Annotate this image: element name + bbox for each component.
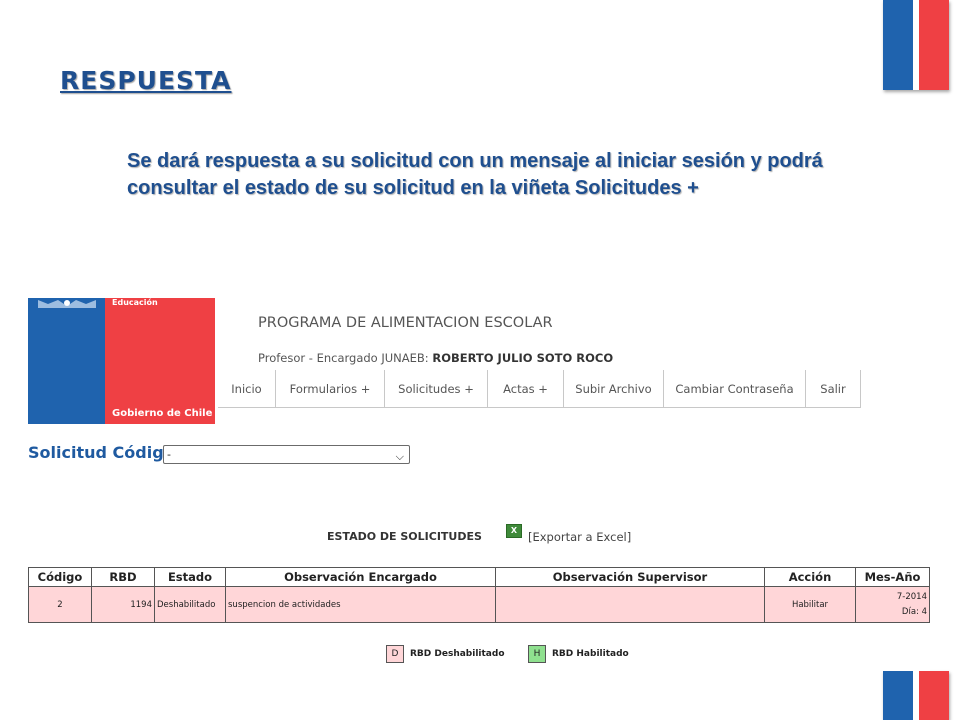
program-title: PROGRAMA DE ALIMENTACION ESCOLAR (258, 315, 553, 331)
slide-title: RESPUESTA (60, 66, 232, 95)
legend-swatch-d: D (386, 645, 404, 663)
dia-value: Día: 4 (901, 606, 927, 617)
chile-flag-decoration-bottom (883, 671, 949, 720)
table-header-row: Código RBD Estado Observación Encargado … (28, 567, 930, 587)
legend-swatch-h: H (528, 645, 546, 663)
app-screenshot: Educación Gobierno de Chile PROGRAMA DE … (28, 298, 930, 671)
col-obs-supervisor: Observación Supervisor (495, 567, 765, 587)
main-nav: Inicio Formularios + Solicitudes + Actas… (218, 370, 861, 408)
header-red-block (105, 298, 215, 424)
nav-item-solicitudes[interactable]: Solicitudes + (385, 370, 488, 408)
cell-mes-anio: 7-2014 Día: 4 (855, 586, 930, 623)
ministry-label: Educación (112, 298, 158, 307)
profile-prefix: Profesor - Encargado JUNAEB: (258, 351, 429, 365)
col-rbd: RBD (91, 567, 155, 587)
nav-item-cambiar-contrasena[interactable]: Cambiar Contraseña (664, 370, 806, 408)
chevron-down-icon: ⌵ (395, 450, 404, 463)
nav-item-salir[interactable]: Salir (806, 370, 861, 408)
table-row: 2 1194 Deshabilitado suspencion de activ… (28, 586, 930, 623)
slide-body-text: Se dará respuesta a su solicitud con un … (127, 150, 823, 199)
header-blue-block (28, 298, 105, 424)
export-excel-link[interactable]: [Exportar a Excel] (528, 530, 631, 544)
government-label: Gobierno de Chile (112, 408, 213, 419)
excel-icon[interactable]: X (506, 524, 522, 538)
cell-rbd: 1194 (91, 586, 155, 623)
coat-of-arms-icon (38, 300, 96, 308)
legend-item-deshabilitado: D RBD Deshabilitado (386, 645, 505, 663)
nav-item-subir-archivo[interactable]: Subir Archivo (564, 370, 664, 408)
select-value: - (167, 448, 171, 461)
col-estado: Estado (154, 567, 226, 587)
nav-item-formularios[interactable]: Formularios + (276, 370, 385, 408)
profile-line: Profesor - Encargado JUNAEB: ROBERTO JUL… (258, 351, 613, 365)
col-accion: Acción (764, 567, 856, 587)
col-obs-encargado: Observación Encargado (225, 567, 496, 587)
legend-label-h: RBD Habilitado (552, 649, 629, 659)
habilitar-action[interactable]: Habilitar (764, 586, 856, 623)
legend-item-habilitado: H RBD Habilitado (528, 645, 629, 663)
nav-item-actas[interactable]: Actas + (488, 370, 564, 408)
nav-item-inicio[interactable]: Inicio (218, 370, 276, 408)
solicitudes-table: Código RBD Estado Observación Encargado … (28, 567, 930, 623)
chile-flag-decoration-top (883, 0, 949, 90)
estado-solicitudes-title: ESTADO DE SOLICITUDES (327, 530, 482, 543)
col-codigo: Código (28, 567, 92, 587)
solicitud-codigo-label: Solicitud Código (28, 443, 175, 462)
col-mes-anio: Mes-Año (855, 567, 930, 587)
cell-estado: Deshabilitado (154, 586, 226, 623)
profile-name: ROBERTO JULIO SOTO ROCO (432, 351, 614, 365)
solicitud-codigo-select[interactable]: - ⌵ (163, 445, 410, 464)
mes-anio-value: 7-2014 (896, 591, 927, 602)
cell-codigo: 2 (28, 586, 92, 623)
cell-obs-supervisor (495, 586, 765, 623)
legend-label-d: RBD Deshabilitado (410, 649, 505, 659)
cell-obs-encargado: suspencion de actividades (225, 586, 496, 623)
